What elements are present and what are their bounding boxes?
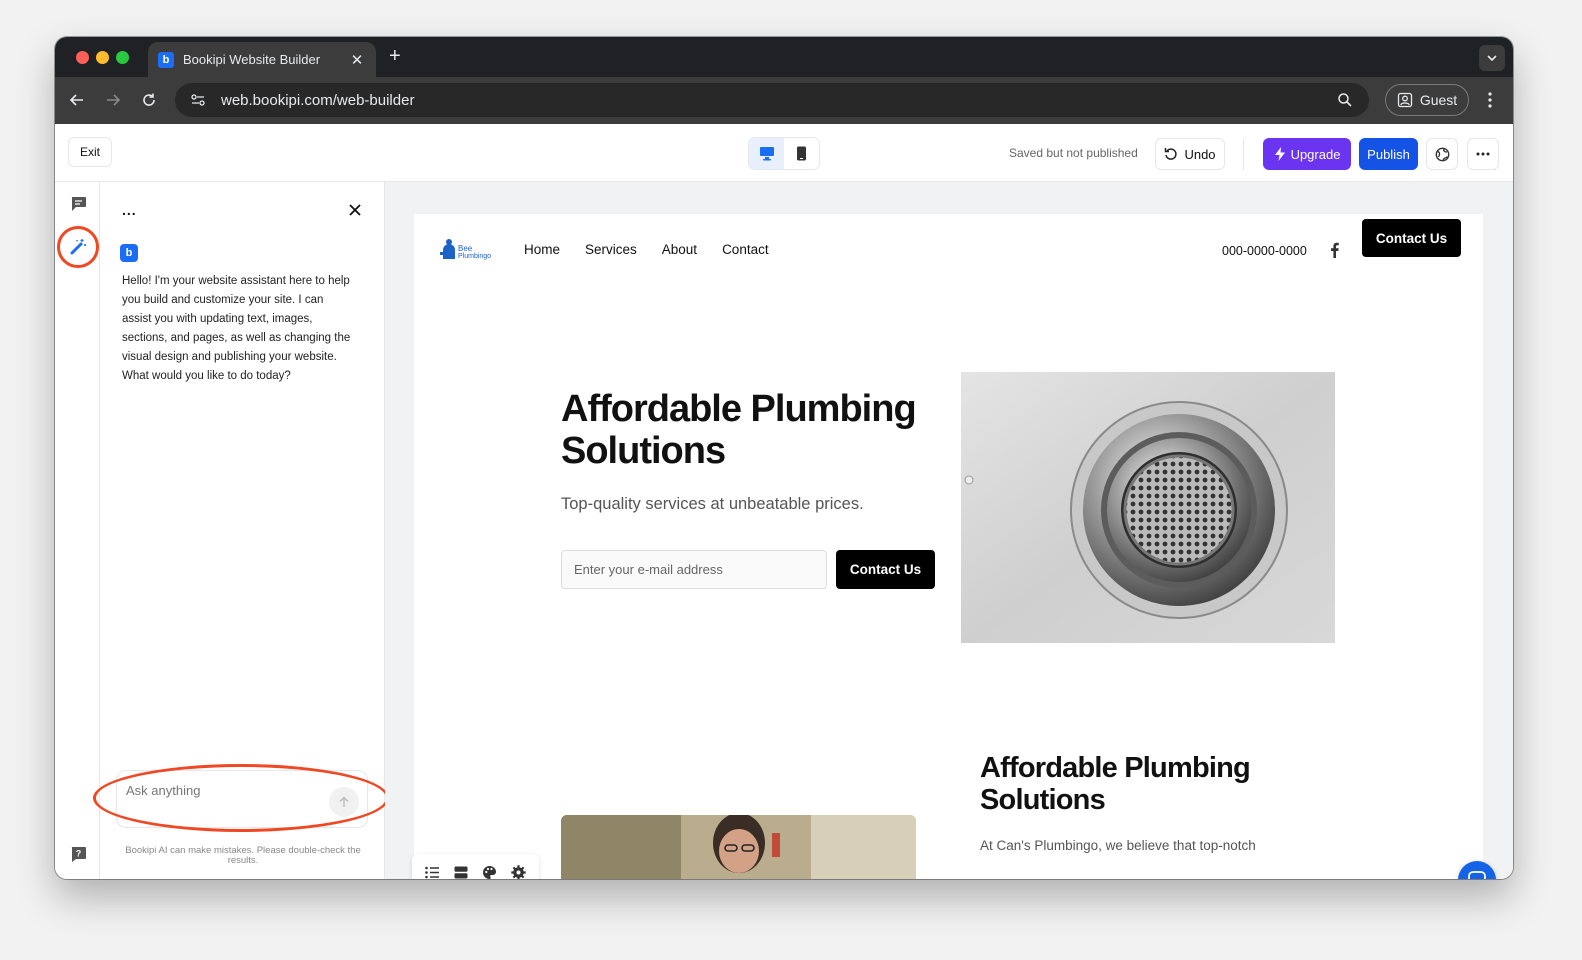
hero-title: Affordable Plumbing Solutions	[561, 388, 917, 472]
svg-text:?: ?	[75, 848, 81, 858]
hero-image-drain[interactable]	[961, 372, 1335, 643]
logo-text-1: Bee	[458, 244, 473, 253]
logo-text-2: Plumbingo	[458, 253, 491, 260]
more-options-button[interactable]	[1467, 138, 1499, 170]
minimize-window-button[interactable]	[96, 51, 109, 64]
hero-subtitle: Top-quality services at unbeatable price…	[561, 495, 864, 513]
chevron-down-icon	[1487, 55, 1497, 62]
canvas-toolbar	[412, 854, 539, 879]
assistant-menu-button[interactable]: ...	[122, 202, 137, 218]
browser-toolbar: web.bookipi.com/web-builder Guest	[55, 77, 1513, 124]
site-logo[interactable]: Bee Plumbingo	[440, 238, 498, 260]
editor-canvas: Bee Plumbingo Home Services About Contac…	[385, 182, 1513, 879]
profile-icon	[1397, 92, 1412, 108]
palette-icon[interactable]	[478, 860, 502, 879]
help-icon[interactable]: ?	[68, 844, 88, 864]
tab-title: Bookipi Website Builder	[183, 52, 321, 67]
tab-search-button[interactable]	[1479, 45, 1505, 71]
chat-bubble-icon	[1468, 871, 1486, 879]
globe-icon	[1435, 147, 1449, 161]
left-rail: ?	[55, 182, 100, 879]
tab-strip: b Bookipi Website Builder ✕ +	[55, 37, 1513, 77]
facebook-icon[interactable]	[1327, 241, 1341, 259]
undo-label: Undo	[1184, 146, 1216, 162]
chat-icon[interactable]	[68, 194, 88, 214]
close-icon[interactable]	[347, 202, 363, 218]
bookipi-favicon-icon: b	[158, 51, 174, 68]
assistant-panel: ... b Hello! I'm your website assistant …	[93, 182, 389, 879]
upgrade-button[interactable]: Upgrade	[1263, 138, 1351, 170]
email-input[interactable]	[562, 551, 826, 588]
address-bar[interactable]: web.bookipi.com/web-builder	[175, 83, 1369, 117]
browser-window: b Bookipi Website Builder ✕ + web.bookip…	[55, 37, 1513, 879]
nav-link-home[interactable]: Home	[524, 242, 560, 257]
maximize-window-button[interactable]	[116, 51, 129, 64]
forward-icon[interactable]	[103, 90, 123, 110]
nav-link-services[interactable]: Services	[585, 242, 637, 257]
reload-icon[interactable]	[139, 90, 159, 110]
undo-icon	[1165, 148, 1178, 160]
exit-button[interactable]: Exit	[68, 137, 113, 167]
annotation-ellipse	[93, 764, 389, 832]
device-toggle	[748, 137, 820, 170]
hero-email-field[interactable]	[561, 550, 827, 589]
mobile-view-button[interactable]	[784, 138, 819, 169]
view-site-button[interactable]	[1426, 138, 1458, 170]
magic-wand-icon[interactable]	[68, 237, 88, 257]
save-status-text: Saved but not published	[1009, 146, 1138, 160]
browser-menu-icon[interactable]	[1483, 89, 1497, 111]
lightning-icon	[1274, 147, 1285, 161]
back-icon[interactable]	[67, 90, 87, 110]
browser-tab-active[interactable]: b Bookipi Website Builder ✕	[148, 42, 376, 77]
more-icon	[1476, 152, 1490, 156]
new-tab-icon[interactable]: +	[389, 46, 401, 66]
undo-button[interactable]: Undo	[1155, 138, 1225, 170]
phone-number: 000-0000-0000	[1222, 244, 1307, 258]
assistant-greeting: Hello! I'm your website assistant here t…	[122, 275, 351, 382]
close-window-button[interactable]	[76, 51, 89, 64]
profile-label: Guest	[1419, 92, 1458, 108]
sections-icon[interactable]	[449, 860, 473, 879]
url-text: web.bookipi.com/web-builder	[221, 91, 415, 109]
ai-disclaimer: Bookipi AI can make mistakes. Please dou…	[125, 845, 361, 866]
section2-image-person[interactable]	[561, 815, 916, 879]
assistant-avatar: b	[120, 244, 138, 262]
tab-close-icon[interactable]: ✕	[348, 51, 366, 69]
builder-header: Exit Saved but not published Undo Upgrad…	[55, 124, 1513, 182]
site-settings-icon[interactable]	[187, 89, 209, 111]
mobile-icon	[797, 146, 806, 161]
section2-text: At Can's Plumbingo, we believe that top-…	[980, 838, 1256, 853]
section2-title: Affordable Plumbing Solutions	[980, 752, 1251, 816]
header-divider	[1243, 138, 1244, 170]
nav-link-about[interactable]: About	[662, 242, 697, 257]
hero-contact-button[interactable]: Contact Us	[836, 550, 935, 589]
site-navbar: Bee Plumbingo Home Services About Contac…	[414, 214, 1483, 284]
publish-button[interactable]: Publish	[1359, 138, 1418, 170]
desktop-view-button[interactable]	[749, 138, 784, 169]
settings-gear-icon[interactable]	[507, 860, 531, 879]
profile-button[interactable]: Guest	[1385, 84, 1469, 116]
site-preview: Bee Plumbingo Home Services About Contac…	[414, 214, 1483, 879]
upgrade-label: Upgrade	[1290, 146, 1341, 162]
nav-link-contact[interactable]: Contact	[722, 242, 769, 257]
nav-contact-button[interactable]: Contact Us	[1362, 219, 1461, 257]
site-nav-links: Home Services About Contact	[524, 242, 769, 257]
desktop-icon	[759, 147, 774, 161]
list-icon[interactable]	[420, 860, 444, 879]
zoom-icon[interactable]	[1335, 90, 1355, 110]
